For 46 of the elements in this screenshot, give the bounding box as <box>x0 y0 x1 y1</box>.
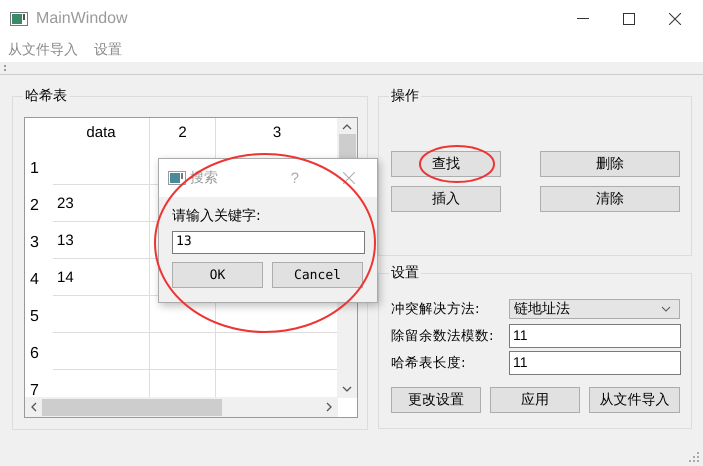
resize-grip-icon[interactable] <box>689 452 699 462</box>
row-header[interactable]: 7 <box>25 370 53 398</box>
action-button[interactable]: 删除 <box>540 151 680 177</box>
scroll-up-icon[interactable] <box>342 124 352 130</box>
keyword-field[interactable]: 13 <box>172 231 365 254</box>
window-title: MainWindow <box>36 10 128 28</box>
scrollbar-thumb[interactable] <box>42 398 222 416</box>
prompt-label: 请输入关键字: <box>172 207 262 226</box>
app-icon <box>168 171 186 185</box>
minimize-icon[interactable] <box>577 18 589 20</box>
settings-button[interactable]: 从文件导入 <box>589 387 680 413</box>
close-icon[interactable] <box>669 13 681 25</box>
horizontal-scrollbar[interactable] <box>25 397 338 417</box>
action-button[interactable]: 插入 <box>391 186 501 212</box>
settings-button[interactable]: 更改设置 <box>391 387 481 413</box>
scroll-down-icon[interactable] <box>342 386 352 392</box>
settings-button[interactable]: 应用 <box>490 387 580 413</box>
table-cell: 23 <box>53 185 150 222</box>
method-dropdown[interactable]: 链地址法 <box>509 298 680 318</box>
row-header[interactable]: 5 <box>25 296 53 333</box>
chevron-down-icon <box>661 306 671 312</box>
row-header[interactable]: 3 <box>25 222 53 259</box>
input-field[interactable]: 11 <box>509 324 681 348</box>
dialog-button[interactable]: OK <box>172 262 263 288</box>
action-button[interactable]: 查找 <box>391 151 501 177</box>
column-header[interactable]: data <box>53 118 150 148</box>
menu-item[interactable]: 设置 <box>94 41 122 59</box>
column-header[interactable]: 2 <box>150 118 216 148</box>
field-label: 冲突解决方法: <box>391 300 481 318</box>
row-header[interactable]: 1 <box>25 148 53 185</box>
table-cell: 13 <box>53 222 150 259</box>
maximize-icon[interactable] <box>623 13 635 25</box>
row-header[interactable]: 6 <box>25 333 53 370</box>
scroll-right-icon[interactable] <box>326 402 332 412</box>
dialog-button[interactable]: Cancel <box>272 262 363 288</box>
row-header[interactable]: 2 <box>25 185 53 222</box>
field-label: 哈希表长度: <box>391 354 467 372</box>
scroll-left-icon[interactable] <box>31 402 37 412</box>
menu-item[interactable]: 从文件导入 <box>8 41 78 59</box>
input-field[interactable]: 11 <box>509 350 681 374</box>
toolbar-grip-icon[interactable] <box>4 64 7 72</box>
row-header[interactable]: 4 <box>25 259 53 296</box>
app-icon <box>10 12 28 26</box>
field-label: 除留余数法模数: <box>391 326 495 344</box>
table-cell: 14 <box>53 259 150 296</box>
action-button[interactable]: 清除 <box>540 186 680 212</box>
